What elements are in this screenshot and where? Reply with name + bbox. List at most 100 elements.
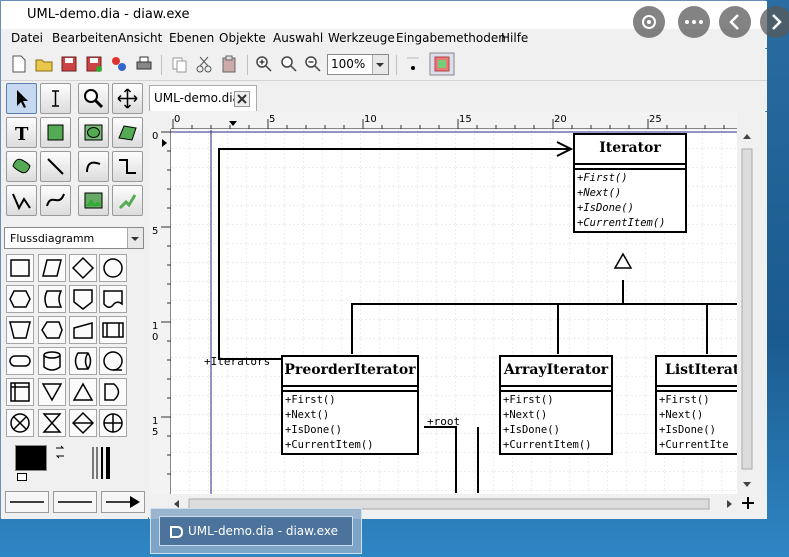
box-tool[interactable] — [40, 117, 71, 148]
v-ruler-tick: 1 — [152, 416, 159, 427]
line-tool[interactable] — [40, 151, 71, 182]
manual-input-shape-icon[interactable] — [69, 316, 97, 344]
snap-grid-icon[interactable] — [403, 54, 423, 74]
connection-points-icon[interactable] — [429, 52, 455, 76]
zoom-fit-icon[interactable] — [279, 54, 299, 74]
uml-class-preorder-iterator[interactable]: PreorderIterator +First() +Next() +IsDon… — [281, 355, 419, 455]
bezier-line-tool[interactable] — [40, 185, 71, 216]
polyline-tool[interactable] — [6, 185, 37, 216]
scroll-tool[interactable] — [112, 83, 143, 114]
manual-op-shape-icon[interactable] — [6, 316, 34, 344]
magnify-tool[interactable] — [78, 83, 109, 114]
zoom-out-icon[interactable] — [303, 54, 323, 74]
chevron-down-icon[interactable] — [127, 228, 143, 248]
line-width-selector[interactable] — [89, 445, 119, 481]
menu-bearbeiten[interactable]: Bearbeiten — [52, 31, 118, 45]
swap-colors-icon[interactable] — [53, 445, 67, 459]
collate-shape-icon[interactable] — [38, 409, 66, 437]
direct-access-shape-icon[interactable] — [69, 347, 97, 375]
print-icon[interactable] — [134, 54, 154, 74]
more-options-icon[interactable] — [678, 6, 710, 38]
tab-label: UML-demo.dia — [154, 91, 240, 105]
sort-shape-icon[interactable] — [69, 409, 97, 437]
taskbar-window-item[interactable]: UML-demo.dia - diaw.exe — [159, 516, 353, 546]
v-ruler-tick: 5 — [152, 226, 159, 237]
close-icon[interactable] — [0, 6, 26, 32]
decision-shape-icon[interactable] — [69, 254, 97, 282]
pointer-tool[interactable] — [6, 83, 37, 114]
line-style-start[interactable] — [5, 491, 49, 513]
paste-icon[interactable] — [219, 54, 239, 74]
menu-objekte[interactable]: Objekte — [219, 31, 266, 45]
window-title: UML-demo.dia - diaw.exe — [27, 7, 190, 22]
stored-data-shape-icon[interactable] — [38, 285, 66, 313]
shape-sheet-select[interactable]: Flussdiagramm — [4, 227, 144, 249]
document-shape-icon[interactable] — [99, 285, 127, 313]
ellipse-tool[interactable] — [78, 117, 109, 148]
export-icon[interactable] — [109, 54, 129, 74]
h-ruler-tick: 25 — [649, 114, 662, 125]
uml-class-array-iterator[interactable]: ArrayIterator +First() +Next() +IsDone()… — [499, 355, 613, 455]
predefined-process-shape-icon[interactable] — [99, 316, 127, 344]
or-shape-icon[interactable] — [99, 409, 127, 437]
menu-ebenen[interactable]: Ebenen — [169, 31, 214, 45]
menu-werkzeuge[interactable]: Werkzeuge — [328, 31, 395, 45]
background-color-swatch[interactable] — [17, 473, 27, 481]
menu-hilfe[interactable]: Hilfe — [501, 31, 528, 45]
uml-class-iterator[interactable]: Iterator +First() +Next() +IsDone() +Cur… — [573, 133, 687, 233]
sequential-access-shape-icon[interactable] — [99, 347, 127, 375]
magnetic-disk-shape-icon[interactable] — [38, 347, 66, 375]
line-style-end-arrow[interactable] — [101, 491, 145, 513]
chevron-down-icon[interactable] — [372, 55, 388, 74]
text-tool[interactable]: T — [6, 117, 37, 148]
vertical-scrollbar[interactable] — [739, 129, 755, 494]
shape-sheet-label: Flussdiagramm — [10, 232, 95, 245]
move-canvas-icon[interactable] — [741, 496, 755, 510]
polygon-tool[interactable] — [112, 117, 143, 148]
zoom-in-icon[interactable] — [254, 54, 274, 74]
save-as-icon[interactable] — [84, 54, 104, 74]
data-shape-icon[interactable] — [38, 254, 66, 282]
preparation-shape-icon[interactable] — [6, 285, 34, 313]
zoom-combo[interactable]: 100% — [327, 54, 389, 75]
tab-uml-demo[interactable]: UML-demo.dia — [149, 85, 257, 111]
next-image-icon[interactable] — [760, 6, 789, 38]
class-operation: +First() — [659, 394, 710, 406]
internal-storage-shape-icon[interactable] — [6, 378, 34, 406]
cut-icon[interactable] — [194, 54, 214, 74]
lens-search-icon[interactable] — [633, 6, 665, 38]
summing-junction-shape-icon[interactable] — [6, 409, 34, 437]
class-operation: +CurrentIte — [659, 439, 729, 451]
display-shape-icon[interactable] — [38, 316, 66, 344]
uml-class-list-iterator[interactable]: ListIterat +First() +Next() +IsDone() +C… — [655, 355, 737, 455]
class-operation: +Next() — [285, 409, 330, 421]
diagram-canvas[interactable]: Iterator +First() +Next() +IsDone() +Cur… — [171, 130, 737, 494]
open-folder-icon[interactable] — [34, 54, 54, 74]
class-operation: +CurrentItem() — [285, 439, 374, 451]
close-icon[interactable] — [234, 91, 250, 107]
taskbar-thumbnail[interactable]: UML-demo.dia - diaw.exe — [150, 508, 362, 554]
new-file-icon[interactable] — [9, 54, 29, 74]
outline-tool[interactable] — [112, 185, 143, 216]
terminal-shape-icon[interactable] — [6, 347, 34, 375]
offpage-shape-icon[interactable] — [69, 285, 97, 313]
menu-eingabemethoden[interactable]: Eingabemethoden — [396, 31, 506, 45]
line-style-middle[interactable] — [53, 491, 97, 513]
previous-image-icon[interactable] — [719, 6, 751, 38]
foreground-color-swatch[interactable] — [15, 445, 47, 471]
copy-icon[interactable] — [169, 54, 189, 74]
save-icon[interactable] — [59, 54, 79, 74]
arc-tool[interactable] — [78, 151, 109, 182]
text-edit-tool[interactable] — [40, 83, 71, 114]
menu-auswahl[interactable]: Auswahl — [273, 31, 323, 45]
merge-shape-icon[interactable] — [38, 378, 66, 406]
menu-datei[interactable]: Datei — [11, 31, 43, 45]
beziergon-tool[interactable] — [6, 151, 37, 182]
connector-shape-icon[interactable] — [99, 254, 127, 282]
zigzag-line-tool[interactable] — [112, 151, 143, 182]
process-shape-icon[interactable] — [6, 254, 34, 282]
delay-shape-icon[interactable] — [99, 378, 127, 406]
image-tool[interactable] — [78, 185, 109, 216]
menu-ansicht[interactable]: Ansicht — [118, 31, 162, 45]
extract-shape-icon[interactable] — [69, 378, 97, 406]
